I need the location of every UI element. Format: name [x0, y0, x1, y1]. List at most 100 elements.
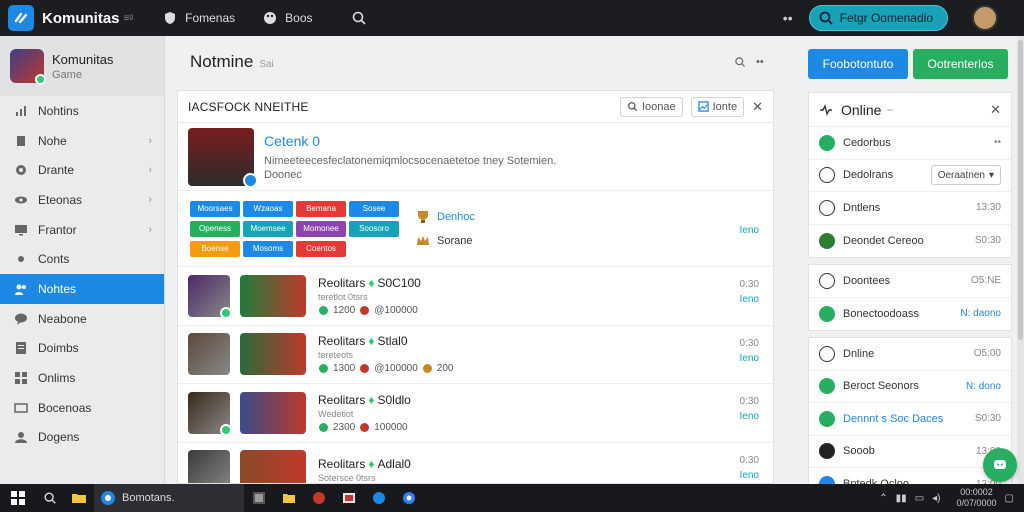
sidebar-item-nohtes[interactable]: Nohtes [0, 274, 164, 304]
taskbar-app-4[interactable] [334, 484, 364, 512]
taskbar-app-6[interactable] [394, 484, 424, 512]
status-row[interactable]: Sooob13:00 [809, 436, 1011, 468]
display-icon[interactable]: ▭ [915, 493, 924, 504]
coin-icon [360, 305, 370, 315]
close-icon[interactable]: ✕ [752, 99, 763, 115]
tag-pill[interactable]: Bemana [296, 200, 346, 217]
sidebar-item-neabone[interactable]: Neabone [0, 304, 164, 334]
sidebar-item-dogens[interactable]: Dogens [0, 423, 164, 453]
status-row[interactable]: Bntedk Ocloo13:00 [809, 468, 1011, 484]
image-icon [697, 101, 709, 112]
scrollbar-thumb[interactable] [1018, 40, 1023, 340]
status-row[interactable]: Beroct Seonors N: dono [809, 371, 1011, 403]
tag-pill[interactable]: Sosee [349, 200, 399, 217]
top-nav-item-fomenas[interactable]: Fomenas [163, 11, 235, 25]
search-chip[interactable]: Ioonae [619, 96, 683, 117]
status-row[interactable]: Dntlens 13:30 [809, 192, 1011, 225]
taskbar-app-3[interactable] [304, 484, 334, 512]
tag-pill[interactable]: Moemsee [243, 220, 293, 237]
chevron-up-icon[interactable]: ⌃ [879, 493, 887, 504]
list-item[interactable]: Reolitars ♦ Adlal0 Sotersce 0tsrs 0:30 Ieno [178, 443, 773, 483]
row-avatar [188, 450, 230, 483]
row-title-right: S0C100 [377, 275, 421, 290]
row-avatar [188, 274, 232, 319]
primary-button[interactable]: Foobotontuto [808, 49, 908, 79]
app-title: Komunitas [42, 9, 120, 27]
sidebar-item-frantor[interactable]: Frantor › [0, 215, 164, 245]
sidebar-item-doimbs[interactable]: Doimbs [0, 334, 164, 364]
clock[interactable]: 00:0002 0/07/0000 [957, 487, 997, 509]
palette-icon [264, 12, 277, 24]
status-select[interactable]: Oeraatnen ▾ [930, 165, 1001, 186]
status-label: Dennnt s Soc Daces [843, 412, 944, 425]
network-icon[interactable]: ▮▮ [896, 493, 907, 504]
status-label: Dnline [843, 347, 875, 360]
sidebar-item-nohe[interactable]: Nohe › [0, 126, 164, 156]
sidebar-item-label: Nohe [38, 133, 67, 148]
sidebar-item-bocenoas[interactable]: Bocenoas [0, 393, 164, 423]
row-thumbnail [240, 333, 306, 376]
chat-fab-button[interactable] [983, 448, 1017, 482]
secondary-button[interactable]: Ootrenterlos [913, 49, 1008, 79]
sidebar-item-onlims[interactable]: Onlims [0, 363, 164, 393]
taskbar-app-files[interactable] [64, 484, 94, 512]
list-item[interactable]: Reolitars ♦ Stlal0 tereteots 1300 @100000 200 0… [178, 326, 773, 384]
taskbar-app-active[interactable]: Bomotans. [94, 484, 244, 512]
status-row[interactable]: Dedolrans Oeraatnen ▾ [809, 160, 1011, 192]
status-row[interactable]: Cedorbus •• [809, 127, 1011, 160]
sidebar-item-eteonas[interactable]: Eteonas › [0, 185, 164, 215]
user-avatar[interactable] [972, 5, 998, 31]
tag-pill[interactable]: Mosoms [243, 240, 293, 257]
tag-pill[interactable]: Soosoro [349, 220, 399, 237]
app-logo-icon[interactable] [8, 5, 34, 31]
notification-icon[interactable]: ▢ [1005, 493, 1014, 504]
tag-pill[interactable]: Boense [190, 240, 240, 257]
search-icon[interactable] [351, 10, 367, 26]
tag-pill[interactable]: Momonee [296, 220, 346, 237]
tag-side-item[interactable]: Denhoc [415, 209, 475, 225]
featured-item[interactable]: Cetenk 0 Nimeeteecesfeclatonemiqmlocsoce… [178, 123, 773, 191]
tag-pill[interactable]: Coentos [296, 240, 346, 257]
status-row[interactable]: Dnline O5:00 [809, 338, 1011, 371]
row-time: 0:30 [739, 454, 759, 466]
list-item[interactable]: Reolitars ♦ S0C100 teretlot 0tsrs 1200 @10000… [178, 267, 773, 326]
taskbar-app-2[interactable] [274, 484, 304, 512]
top-cta-button[interactable]: Fetgr Oomenadio [808, 5, 948, 31]
row-link[interactable]: Ieno [740, 470, 759, 481]
taskbar-app-1[interactable] [244, 484, 274, 512]
app-icon [253, 492, 265, 504]
taskbar-app-5[interactable] [364, 484, 394, 512]
sidebar-item-conts[interactable]: Conts [0, 244, 164, 274]
taskbar-search[interactable] [36, 484, 64, 512]
tags-meta[interactable]: Ieno [740, 225, 759, 236]
close-icon[interactable]: ✕ [990, 102, 1001, 118]
row-stats: 2300 100000 [318, 422, 411, 433]
monitor-icon [15, 224, 27, 236]
volume-icon[interactable]: ◂) [932, 493, 940, 504]
status-row[interactable]: Bonectoodoass N: daono [809, 298, 1011, 331]
search-icon[interactable] [734, 56, 746, 68]
status-row[interactable]: Dennnt s Soc Daces S0:30 [809, 403, 1011, 436]
row-link[interactable]: Ieno [740, 294, 759, 305]
star-icon [319, 305, 328, 315]
tag-pill[interactable]: Moorsaes [190, 200, 240, 217]
row-link[interactable]: Ieno [740, 353, 759, 364]
tag-pill[interactable]: Openess [190, 220, 240, 237]
sidebar-header[interactable]: Komunitas Game [0, 36, 164, 96]
tag-side-item[interactable]: Sorane [415, 233, 475, 249]
tag-pill[interactable]: Wzaoas [243, 200, 293, 217]
more-icon[interactable]: •• [783, 10, 793, 26]
sidebar-item-nohtins[interactable]: Nohtins [0, 96, 164, 126]
sidebar-item-drante[interactable]: Drante › [0, 155, 164, 185]
start-button[interactable] [0, 484, 36, 512]
more-icon[interactable]: •• [756, 56, 764, 68]
eye-icon [15, 196, 27, 204]
filter-chip[interactable]: Ionte [690, 96, 745, 117]
content-panel: IACSFOCK NNEITHE Ioonae Ionte ✕ Cetenk 0… [177, 90, 774, 484]
status-row[interactable]: Doontees O5:NE [809, 265, 1011, 298]
status-row[interactable]: Deondet Cereoo S0:30 [809, 225, 1011, 258]
row-link[interactable]: Ieno [740, 411, 759, 422]
featured-name[interactable]: Cetenk 0 [264, 133, 556, 149]
top-nav-item-boos[interactable]: Boos [263, 11, 313, 25]
list-item[interactable]: Reolitars ♦ S0ldlo Wedetiot 2300 100000 0:30 Ie… [178, 384, 773, 443]
